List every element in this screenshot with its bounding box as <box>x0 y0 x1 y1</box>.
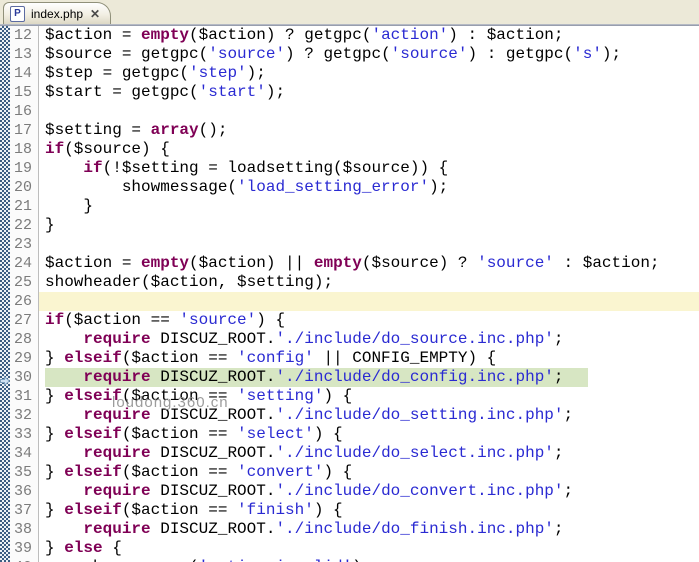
code-line[interactable]: 13 $source = getgpc('source') ? getgpc('s… <box>10 45 699 64</box>
code-line-content: } else { <box>45 539 122 557</box>
code-line[interactable]: 18 if($source) { <box>10 140 699 159</box>
line-number: 31 <box>10 387 39 406</box>
line-number: 14 <box>10 64 39 83</box>
code-line-content: showmessage('action_invalid'); <box>39 558 699 562</box>
code-line[interactable]: 16 <box>10 102 699 121</box>
line-number: 39 <box>10 539 39 558</box>
code-line-content: } elseif($action == 'convert') { <box>45 463 353 481</box>
editor-window: P index.php ✕ 12 $action = empty($action)… <box>0 0 699 562</box>
line-number: 12 <box>10 26 39 45</box>
code-line[interactable]: 15 $start = getgpc('start'); <box>10 83 699 102</box>
line-number: 18 <box>10 140 39 159</box>
line-number: 13 <box>10 45 39 64</box>
tab-title: index.php <box>31 6 84 21</box>
code-line[interactable]: 21 } <box>10 197 699 216</box>
code-line-content: require DISCUZ_ROOT.'./include/do_select… <box>83 444 564 462</box>
code-line[interactable]: 38 require DISCUZ_ROOT.'./include/do_fin… <box>10 520 699 539</box>
code-line-content: showmessage('load_setting_error'); <box>45 178 449 196</box>
code-line[interactable]: 22} <box>10 216 699 235</box>
code-line-content: $step = getgpc('step'); <box>45 64 266 82</box>
line-number: 40 <box>10 558 39 562</box>
line-number: 16 <box>10 102 39 121</box>
code-line[interactable]: 40 showmessage('action_invalid'); <box>10 558 699 562</box>
code-line[interactable]: 25 showheader($action, $setting); <box>10 273 699 292</box>
code-line[interactable]: 20 showmessage('load_setting_error'); <box>10 178 699 197</box>
line-number: 23 <box>10 235 39 254</box>
code-line-content: if($source) { <box>45 140 170 158</box>
code-line[interactable]: 28 require DISCUZ_ROOT.'./include/do_sou… <box>10 330 699 349</box>
line-number: 37 <box>10 501 39 520</box>
line-number: 35 <box>10 463 39 482</box>
code-line[interactable]: 23 <box>10 235 699 254</box>
code-line-content <box>39 292 699 311</box>
code-line[interactable]: 14 $step = getgpc('step'); <box>10 64 699 83</box>
code-line-content: $start = getgpc('start'); <box>45 83 286 101</box>
line-number: 36 <box>10 482 39 501</box>
line-number: 30 <box>10 368 39 387</box>
code-line[interactable]: 17 $setting = array(); <box>10 121 699 140</box>
line-number: 17 <box>10 121 39 140</box>
code-line-content: require DISCUZ_ROOT.'./include/do_finish… <box>83 520 564 538</box>
code-line-content: } <box>45 216 55 234</box>
code-line[interactable]: 30 require DISCUZ_ROOT.'./include/do_con… <box>0 368 699 387</box>
code-line[interactable]: 36 require DISCUZ_ROOT.'./include/do_con… <box>10 482 699 501</box>
line-number: 28 <box>10 330 39 349</box>
line-number: 25 <box>10 273 39 292</box>
line-number: 27 <box>10 311 39 330</box>
code-area: 12 $action = empty($action) ? getgpc('act… <box>0 26 699 562</box>
code-line-content: $action = empty($action) || empty($sourc… <box>45 254 660 272</box>
line-number: 26 <box>10 292 39 311</box>
code-line[interactable]: 37 } elseif($action == 'finish') { <box>10 501 699 520</box>
code-line-content: showheader($action, $setting); <box>45 273 334 291</box>
code-line-content: if($action == 'source') { <box>45 311 286 329</box>
code-line-content: } elseif($action == 'select') { <box>45 425 343 443</box>
editor-tabbar: P index.php ✕ <box>0 0 699 24</box>
line-number: 20 <box>10 178 39 197</box>
line-number: 34 <box>10 444 39 463</box>
code-line-content <box>39 235 699 254</box>
highlighted-code-span: require DISCUZ_ROOT.'./include/do_config… <box>45 368 588 387</box>
code-editor[interactable]: 12 $action = empty($action) ? getgpc('act… <box>0 26 699 562</box>
line-number: 15 <box>10 83 39 102</box>
code-line[interactable]: 26 <box>10 292 699 311</box>
code-line-content: } elseif($action == 'config' || CONFIG_E… <box>45 349 497 367</box>
line-number: 22 <box>10 216 39 235</box>
line-number: 24 <box>10 254 39 273</box>
code-line[interactable]: 39 } else { <box>10 539 699 558</box>
line-number: 29 <box>10 349 39 368</box>
code-line-content: $action = empty($action) ? getgpc('actio… <box>45 26 564 44</box>
line-number: 19 <box>10 159 39 178</box>
code-line[interactable]: 33 } elseif($action == 'select') { <box>10 425 699 444</box>
code-line[interactable]: 19 if(!$setting = loadsetting($source)) … <box>10 159 699 178</box>
code-line-content: if(!$setting = loadsetting($source)) { <box>83 159 449 177</box>
code-line-content: require DISCUZ_ROOT.'./include/do_conver… <box>83 482 574 500</box>
code-line-content: require DISCUZ_ROOT.'./include/do_config… <box>39 368 699 387</box>
code-line-content: $setting = array(); <box>45 121 228 139</box>
code-line-content: } elseif($action == 'finish') { <box>45 501 343 519</box>
code-line-content: } <box>45 197 94 215</box>
line-number: 21 <box>10 197 39 216</box>
code-line[interactable]: 31 } elseif($action == 'setting') { <box>10 387 699 406</box>
tab-close-icon[interactable]: ✕ <box>90 8 100 20</box>
code-line[interactable]: 34 require DISCUZ_ROOT.'./include/do_sel… <box>10 444 699 463</box>
code-line-content: $source = getgpc('source') ? getgpc('sou… <box>45 45 622 63</box>
code-line-content: require DISCUZ_ROOT.'./include/do_settin… <box>83 406 574 424</box>
code-line[interactable]: 12 $action = empty($action) ? getgpc('act… <box>10 26 699 45</box>
current-line-arrow-icon <box>0 373 11 387</box>
marker-strip <box>0 26 10 562</box>
line-number: 32 <box>10 406 39 425</box>
code-line-content <box>39 102 699 121</box>
line-number: 33 <box>10 425 39 444</box>
code-line-content: } elseif($action == 'setting') { <box>45 387 353 405</box>
code-line[interactable]: 29 } elseif($action == 'config' || CONFIG… <box>10 349 699 368</box>
code-line[interactable]: 32 require DISCUZ_ROOT.'./include/do_set… <box>10 406 699 425</box>
line-number: 38 <box>10 520 39 539</box>
php-file-icon: P <box>10 5 25 22</box>
code-line[interactable]: 35 } elseif($action == 'convert') { <box>10 463 699 482</box>
code-line-content: require DISCUZ_ROOT.'./include/do_source… <box>83 330 564 348</box>
tab-index-php[interactable]: P index.php ✕ <box>3 2 112 24</box>
code-line[interactable]: 27 if($action == 'source') { <box>10 311 699 330</box>
code-line[interactable]: 24 $action = empty($action) || empty($sou… <box>10 254 699 273</box>
